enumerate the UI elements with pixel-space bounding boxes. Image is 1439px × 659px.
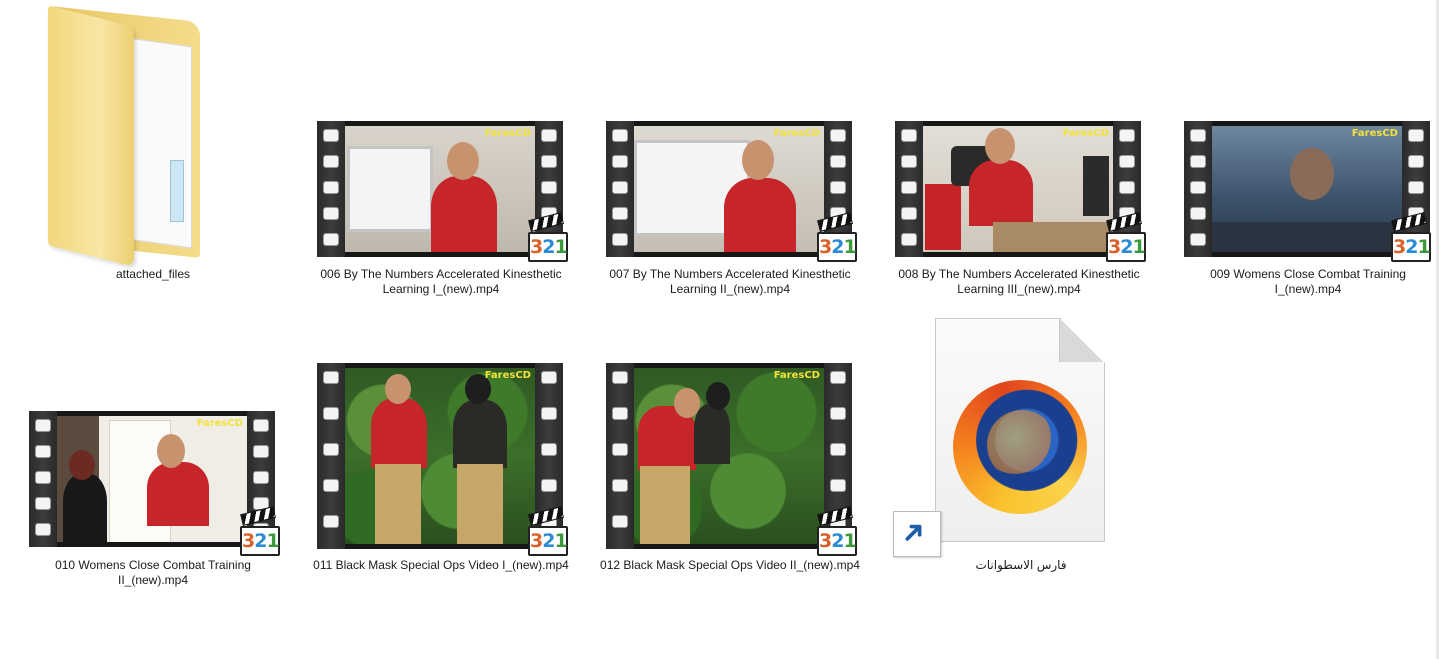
thumb-brand: FaresCD xyxy=(1351,128,1398,139)
thumb-brand: FaresCD xyxy=(484,128,531,139)
thumb-brand: FaresCD xyxy=(484,370,531,381)
folder-icon xyxy=(40,5,220,270)
file-name: 012 Black Mask Special Ops Video II_(new… xyxy=(600,558,860,572)
media-player-badge-icon: 321 xyxy=(1390,212,1431,262)
file-item-video-006[interactable]: FaresCD 321 006 By The Numbers Accelerat… xyxy=(300,118,582,300)
file-item-video-008[interactable]: FaresCD 321 008 By The Numbers Accelerat… xyxy=(878,118,1160,300)
thumb-brand: FaresCD xyxy=(1062,128,1109,139)
file-item-video-011[interactable]: FaresCD 321 011 Black Mask Special Ops V… xyxy=(300,360,582,580)
file-item-video-009[interactable]: FaresCD 321 009 Womens Close Combat Trai… xyxy=(1167,118,1433,300)
file-name: 007 By The Numbers Accelerated Kinesthet… xyxy=(609,267,851,296)
file-item-video-007[interactable]: FaresCD 321 007 By The Numbers Accelerat… xyxy=(589,118,871,300)
file-name: attached_files xyxy=(115,267,191,281)
file-name: 006 By The Numbers Accelerated Kinesthet… xyxy=(320,267,562,296)
media-player-badge-icon: 321 xyxy=(1105,212,1146,262)
file-name: 009 Womens Close Combat Training I_(new).… xyxy=(1210,267,1406,296)
shortcut-arrow-icon: ➜ xyxy=(892,511,941,557)
file-name: 008 By The Numbers Accelerated Kinesthet… xyxy=(898,267,1140,296)
file-name: 011 Black Mask Special Ops Video I_(new)… xyxy=(313,558,569,572)
media-player-badge-icon: 321 xyxy=(527,212,568,262)
media-player-badge-icon: 321 xyxy=(816,506,857,556)
media-player-badge-icon: 321 xyxy=(527,506,568,556)
file-item-attached-files[interactable]: attached_files xyxy=(30,5,280,284)
file-item-video-012[interactable]: FaresCD 321 012 Black Mask Special Ops V… xyxy=(589,360,871,580)
thumb-brand: FaresCD xyxy=(773,128,820,139)
file-item-video-010[interactable]: FaresCD 321 010 Womens Close Combat Trai… xyxy=(12,408,294,594)
file-name: 010 Womens Close Combat Training II_(new)… xyxy=(55,558,251,587)
media-player-badge-icon: 321 xyxy=(816,212,857,262)
thumb-brand: FaresCD xyxy=(773,370,820,381)
document-icon xyxy=(935,318,1105,542)
media-player-badge-icon: 321 xyxy=(239,506,280,556)
file-name: فارس الاسطوانات xyxy=(975,558,1067,572)
thumb-brand: FaresCD xyxy=(196,418,243,429)
